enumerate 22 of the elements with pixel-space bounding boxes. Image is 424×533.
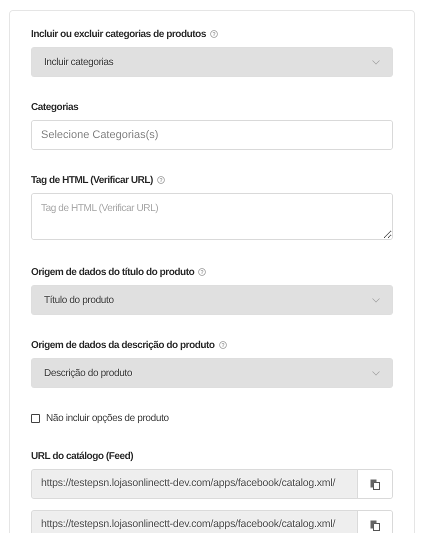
field-label: Categorias [31, 100, 78, 114]
copy-button[interactable] [358, 469, 393, 499]
copy-button[interactable] [358, 510, 393, 533]
field-label: URL do catálogo (Feed) [31, 450, 134, 464]
field-label: Origem de dados da descrição do produto [31, 338, 215, 352]
field-label: Incluir ou excluir categorias de produtos [31, 28, 206, 42]
input-field[interactable]: Selecione Categorias(s) [31, 120, 393, 150]
checkbox[interactable] [31, 414, 40, 422]
url-field[interactable]: https://testepsn.lojasonlinectt-dev.com/apps/facebook/catalog.xml/ [31, 469, 358, 499]
select-dropdown[interactable]: Descrição do produto [31, 358, 393, 388]
chevron-down-icon [372, 370, 380, 376]
select-dropdown[interactable]: Título do produto [31, 285, 393, 315]
chevron-down-icon [372, 60, 380, 64]
select-dropdown[interactable]: Incluir categorias [31, 47, 393, 77]
copy-icon [370, 520, 380, 530]
url-field[interactable]: https://testepsn.lojasonlinectt-dev.com/apps/facebook/catalog.xml/ [31, 510, 358, 533]
copy-icon [370, 478, 380, 490]
text-area[interactable]: Tag de HTML (Verificar URL) [31, 193, 393, 240]
chevron-down-icon [372, 298, 380, 302]
field-label: Origem de dados do título do produto [31, 266, 194, 280]
checkbox-label: Não incluir opções de produto [46, 412, 169, 426]
field-label: Tag de HTML (Verificar URL) [31, 174, 153, 188]
